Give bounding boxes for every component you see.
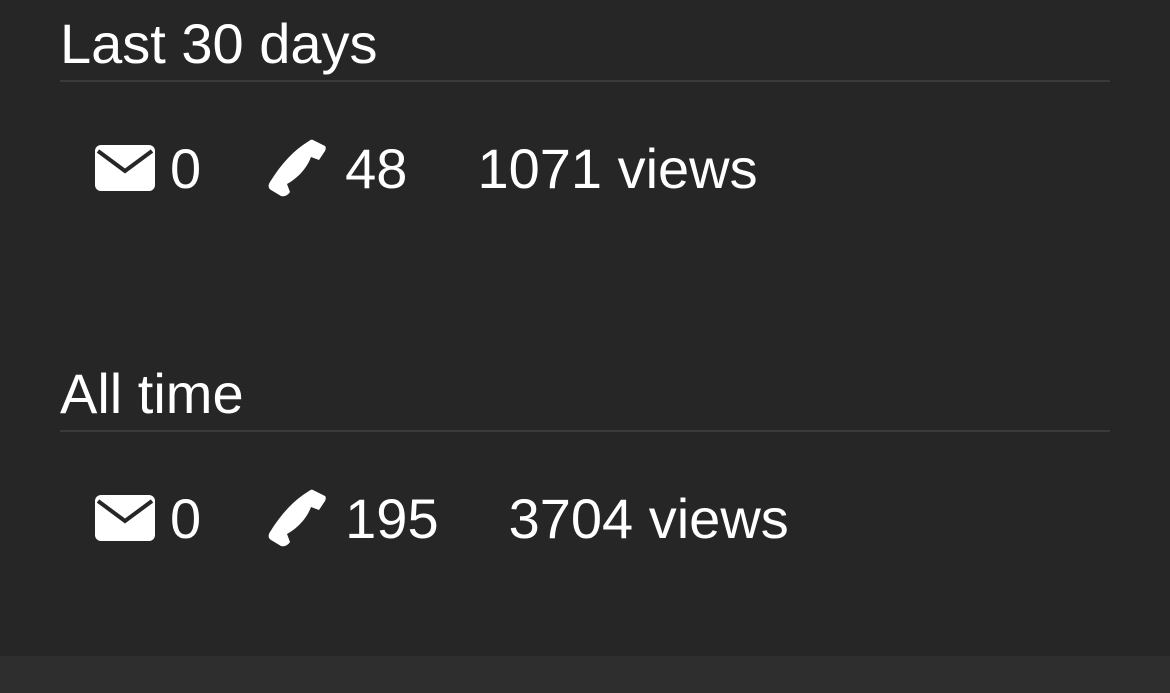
views-count: 3704 views bbox=[508, 486, 789, 550]
messages-stat: 0 bbox=[95, 136, 201, 201]
views-stat: 3704 views bbox=[509, 486, 789, 551]
section-title: Last 30 days bbox=[60, 12, 1110, 82]
section-title: All time bbox=[60, 362, 1110, 432]
bottom-bar bbox=[0, 656, 1170, 693]
views-stat: 1071 views bbox=[477, 136, 757, 201]
calls-count: 48 bbox=[345, 136, 408, 200]
phone-icon bbox=[267, 138, 327, 198]
messages-count: 0 bbox=[170, 486, 202, 550]
stats-row: 0 48 1071 views bbox=[60, 128, 1110, 208]
envelope-icon bbox=[95, 495, 155, 541]
calls-count: 195 bbox=[345, 486, 439, 550]
stats-section-all-time: All time 0 195 3704 views bbox=[60, 362, 1110, 558]
calls-stat: 195 bbox=[267, 486, 439, 551]
calls-stat: 48 bbox=[267, 136, 407, 201]
views-count: 1071 views bbox=[477, 136, 758, 200]
phone-icon bbox=[267, 488, 327, 548]
messages-count: 0 bbox=[170, 136, 202, 200]
envelope-icon bbox=[95, 145, 155, 191]
stats-section-last-30-days: Last 30 days 0 48 1071 views bbox=[60, 12, 1110, 208]
stats-row: 0 195 3704 views bbox=[60, 478, 1110, 558]
messages-stat: 0 bbox=[95, 486, 201, 551]
